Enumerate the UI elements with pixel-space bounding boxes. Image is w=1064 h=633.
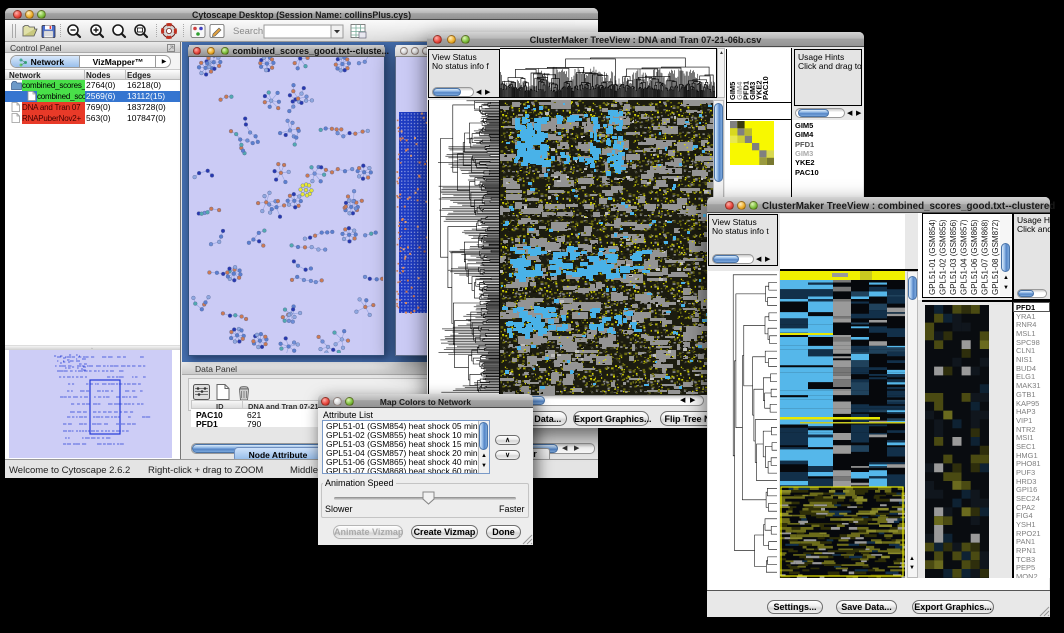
svg-text:GPL51-03 (GSM856): GPL51-03 (GSM856) bbox=[949, 219, 958, 295]
svg-text:GPL51-08 (GSM872): GPL51-08 (GSM872) bbox=[991, 219, 1000, 295]
svg-text:GPL51-02 (GSM855): GPL51-02 (GSM855) bbox=[939, 219, 948, 295]
svg-text:GPL51-04 (GSM857): GPL51-04 (GSM857) bbox=[960, 219, 969, 295]
svg-text:Search:: Search: bbox=[233, 26, 266, 37]
svg-text:GPL51-07 (GSM868): GPL51-07 (GSM868) bbox=[981, 219, 990, 295]
svg-text:GPL51-06 (GSM865): GPL51-06 (GSM865) bbox=[970, 219, 979, 295]
svg-text:PAC10: PAC10 bbox=[761, 76, 770, 100]
svg-text:GPL51-01 (GSM854): GPL51-01 (GSM854) bbox=[928, 219, 937, 295]
